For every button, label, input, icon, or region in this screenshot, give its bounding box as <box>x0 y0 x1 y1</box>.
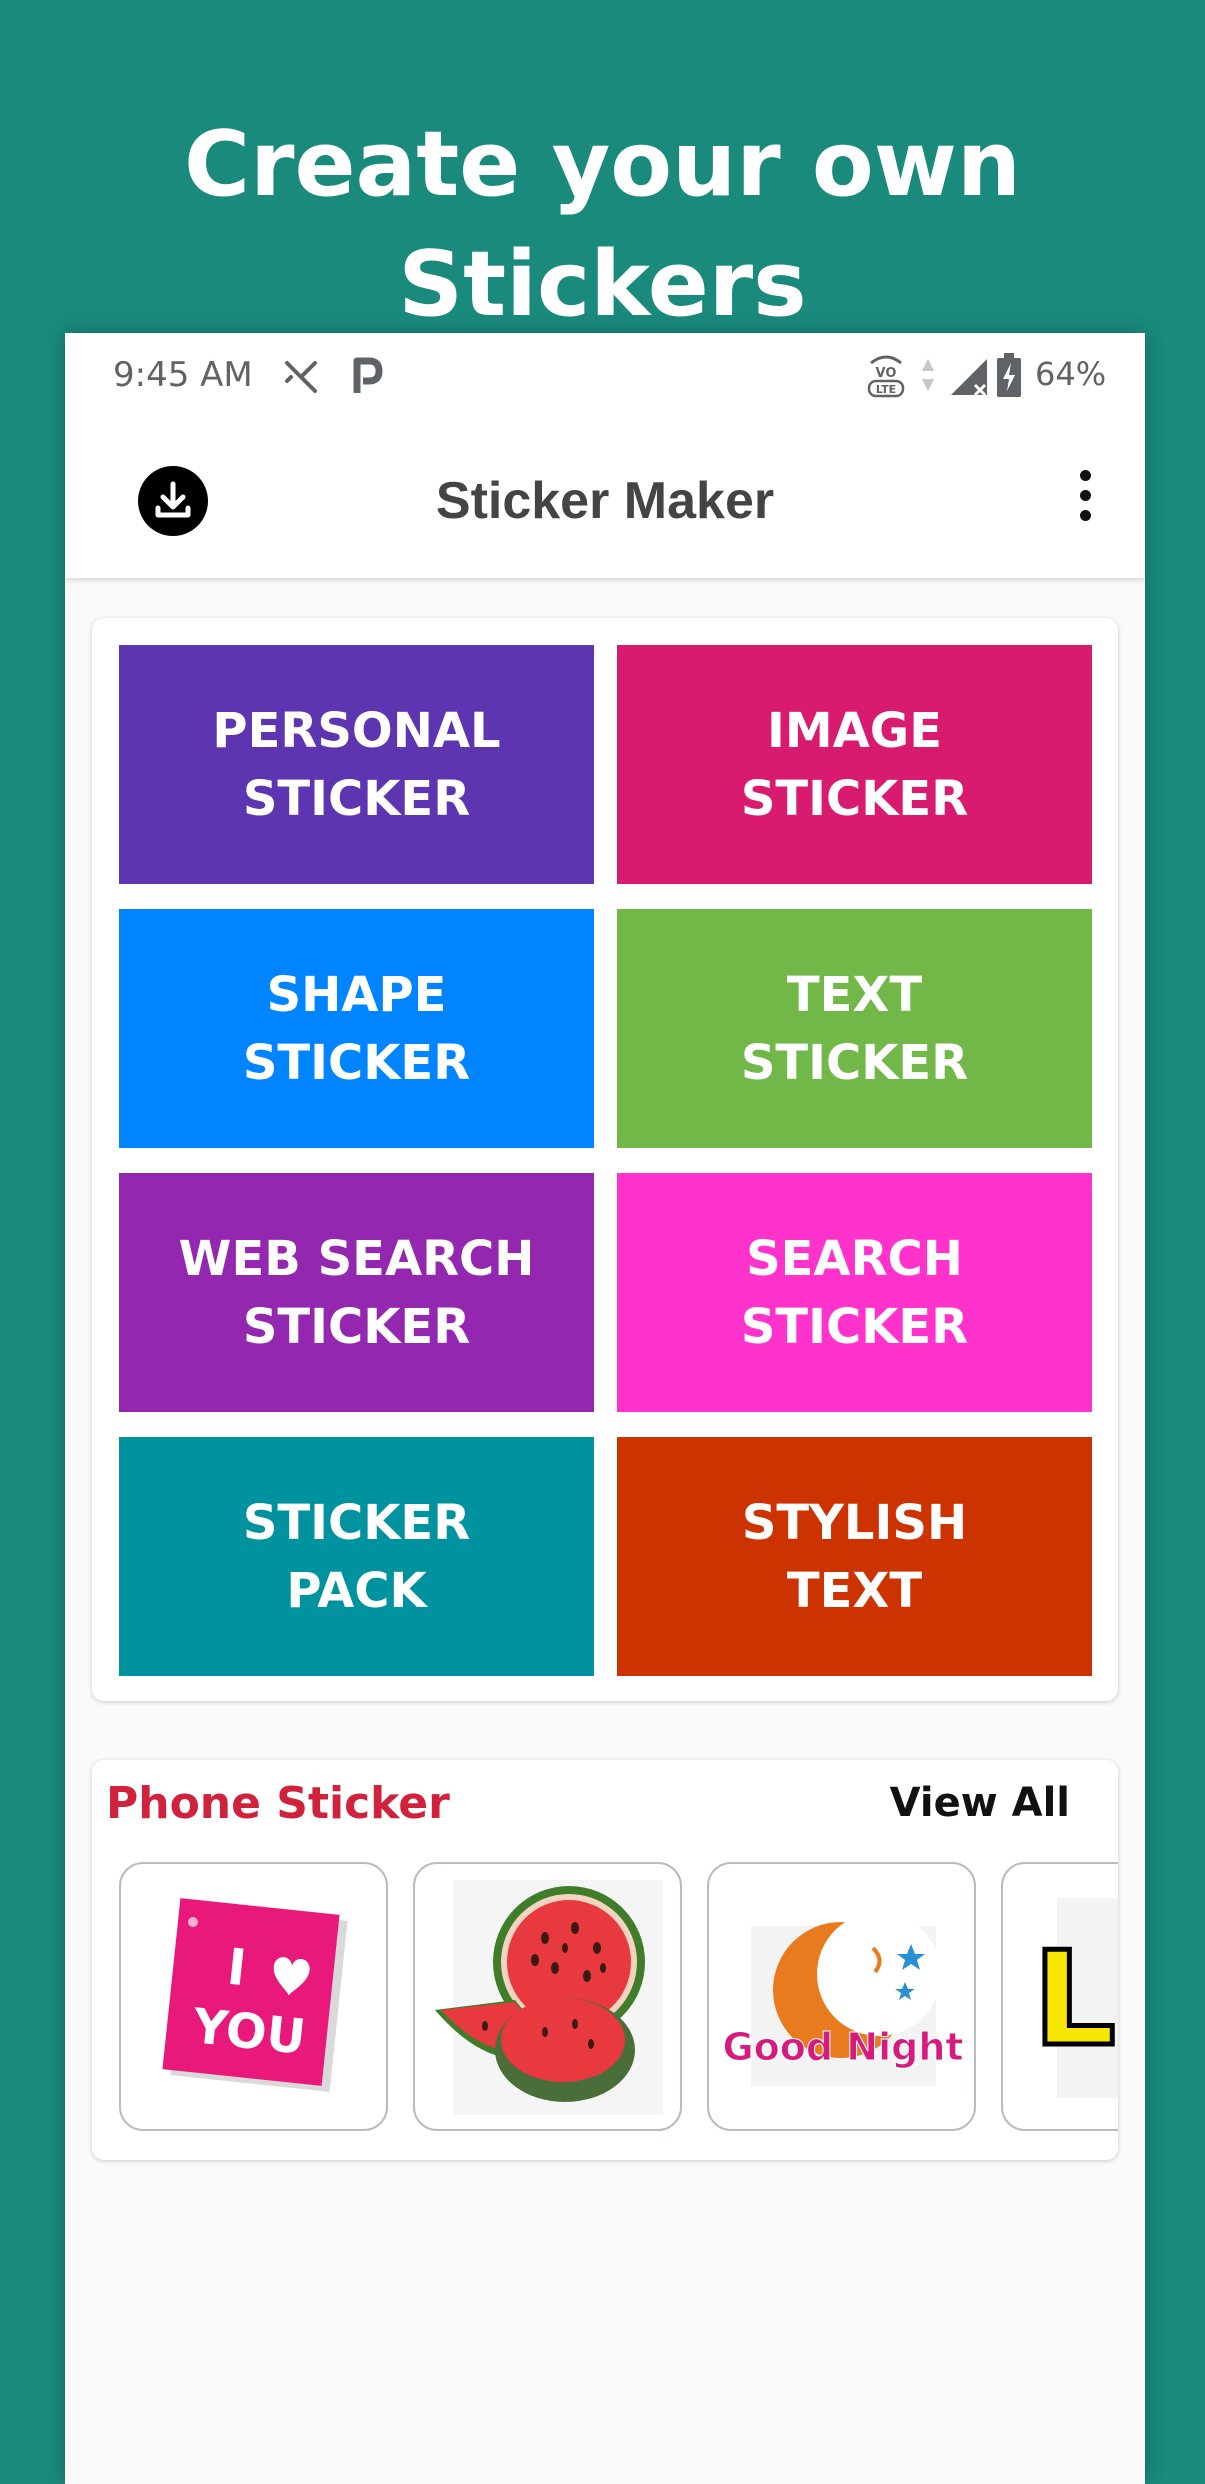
sticker-carousel[interactable]: I YOU Good Night L <box>119 1862 1118 2132</box>
sticker-thumb[interactable] <box>413 1862 682 2131</box>
tile-label: WEB SEARCH STICKER <box>178 1230 535 1355</box>
web-search-sticker-tile[interactable]: WEB SEARCH STICKER <box>119 1173 594 1412</box>
volte-text: VO <box>876 366 897 381</box>
app-bar: Sticker Maker <box>65 423 1145 578</box>
search-sticker-tile[interactable]: SEARCH STICKER <box>617 1173 1092 1412</box>
app-title: Sticker Maker <box>435 472 775 530</box>
signal-icon <box>951 359 987 397</box>
lte-text: LTE <box>876 383 896 396</box>
good-night-sticker-image: Good Night <box>722 1912 964 2086</box>
phone-screen: 9:45 AM VO LTE 64% Sticker Maker PERSONA… <box>65 333 1145 2484</box>
tile-label: STICKER PACK <box>242 1494 471 1619</box>
text-sticker-tile[interactable]: TEXT STICKER <box>617 909 1092 1148</box>
status-time: 9:45 AM <box>113 355 253 395</box>
phone-sticker-section: Phone Sticker View All I YOU Good Night … <box>92 1760 1118 2160</box>
personal-sticker-tile[interactable]: PERSONAL STICKER <box>119 645 594 884</box>
overflow-menu-button[interactable] <box>1065 461 1105 541</box>
view-all-link[interactable]: View All <box>890 1780 1070 1826</box>
sticker-text: Good Night <box>722 2025 963 2069</box>
volte-icon: VO LTE <box>867 355 905 398</box>
sticker-text: YOU <box>189 1998 308 2066</box>
sticker-thumb[interactable]: I YOU <box>119 1862 388 2131</box>
sticker-text: Lo <box>1033 1923 1118 2075</box>
sticker-pack-tile[interactable]: STICKER PACK <box>119 1437 594 1676</box>
menu-dot <box>1079 510 1091 521</box>
promo-headline: Create your own Stickers <box>184 112 1021 337</box>
tile-label: PERSONAL STICKER <box>212 702 501 827</box>
tile-label: SHAPE STICKER <box>242 966 471 1091</box>
letters-sticker-image: Lo <box>1031 1898 1118 2098</box>
shape-sticker-tile[interactable]: SHAPE STICKER <box>119 909 594 1148</box>
stylish-text-tile[interactable]: STYLISH TEXT <box>617 1437 1092 1676</box>
parking-app-icon <box>353 357 383 393</box>
watermelon-sticker-image <box>435 1880 663 2115</box>
image-sticker-tile[interactable]: IMAGE STICKER <box>617 645 1092 884</box>
status-bar: 9:45 AM VO LTE 64% <box>65 333 1145 423</box>
tile-label: TEXT STICKER <box>740 966 969 1091</box>
menu-dot <box>1079 490 1091 501</box>
tile-label: STYLISH TEXT <box>741 1494 968 1619</box>
battery-charging-icon <box>997 353 1021 397</box>
battery-percent: 64% <box>1035 355 1107 393</box>
tile-label: SEARCH STICKER <box>740 1230 969 1355</box>
data-activity-icon <box>922 359 934 391</box>
sms-off-icon <box>285 361 317 393</box>
i-love-you-sticker-image: I YOU <box>162 1898 348 2092</box>
sticker-thumb[interactable]: Good Night <box>707 1862 976 2131</box>
section-title: Phone Sticker <box>106 1778 450 1829</box>
sticker-type-grid: PERSONAL STICKER IMAGE STICKER SHAPE STI… <box>92 618 1118 1701</box>
tile-label: IMAGE STICKER <box>740 702 969 827</box>
sticker-thumb[interactable]: Lo <box>1001 1862 1118 2131</box>
menu-dot <box>1079 470 1091 481</box>
